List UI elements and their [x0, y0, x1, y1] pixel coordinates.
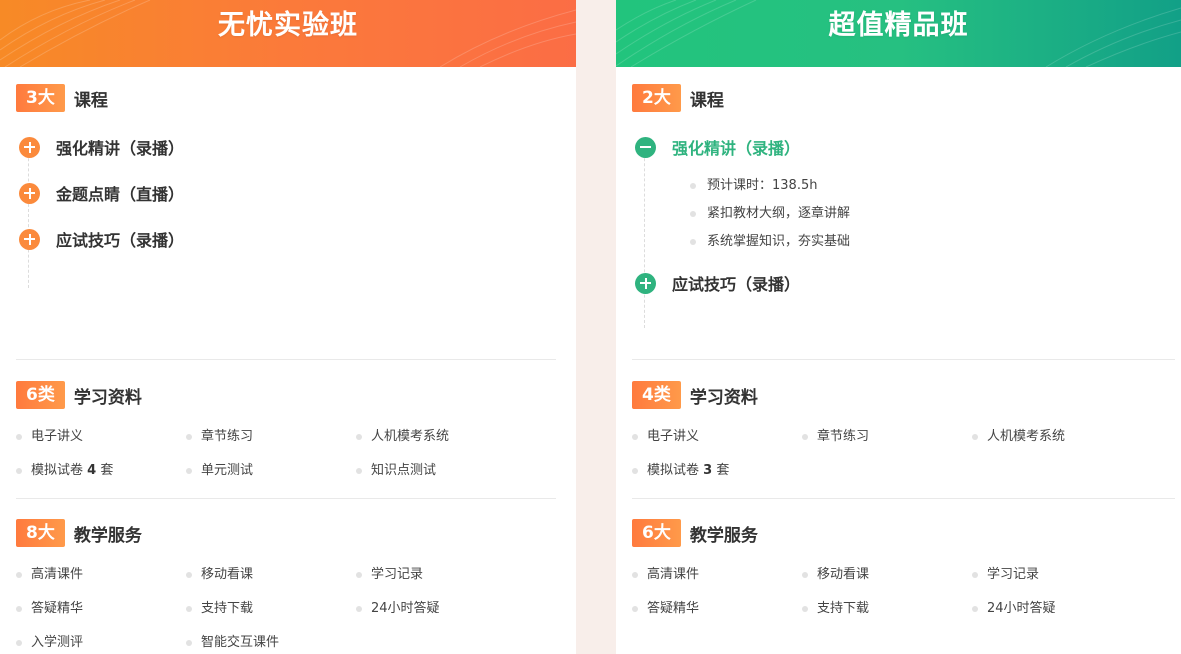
section-title: 学习资料: [74, 383, 142, 408]
service-item: 24小时答疑: [972, 592, 1142, 626]
plus-circle-icon[interactable]: [635, 273, 656, 294]
count-badge: 2大: [632, 84, 681, 112]
material-item: 章节练习: [186, 420, 356, 454]
section-title: 学习资料: [690, 383, 758, 408]
service-item: 答疑精华: [16, 592, 186, 626]
service-item: 移动看课: [186, 558, 356, 592]
service-item: 支持下载: [802, 592, 972, 626]
class-card-wuyou: 无忧实验班 3大 课程 强化精讲（录播） 金题点睛（直播） 应试技巧（录播）: [0, 0, 576, 654]
course-item[interactable]: 应试技巧（录播）: [632, 260, 1175, 306]
material-item: 电子讲义: [16, 420, 186, 454]
divider: [16, 498, 556, 499]
material-item: 电子讲义: [632, 420, 802, 454]
mock-unit: 套: [716, 463, 729, 478]
courses-section: 3大 课程 强化精讲（录播） 金题点睛（直播） 应试技巧（录播）: [16, 84, 556, 262]
course-item-expanded[interactable]: 强化精讲（录播）: [632, 124, 1175, 170]
mock-unit: 套: [100, 463, 113, 478]
material-item: 单元测试: [186, 454, 356, 488]
materials-section: 6类 学习资料 电子讲义 章节练习 人机模考系统 模拟试卷 4 套 单元测试 知…: [16, 381, 556, 488]
section-title: 教学服务: [74, 521, 142, 546]
count-badge: 8大: [16, 519, 65, 547]
services-section: 8大 教学服务 高清课件 移动看课 学习记录 答疑精华 支持下载 24小时答疑 …: [16, 519, 556, 654]
course-label: 金题点睛（直播）: [56, 181, 184, 205]
divider: [632, 498, 1175, 499]
count-badge: 6类: [16, 381, 65, 409]
count-badge: 3大: [16, 84, 65, 112]
service-item: 智能交互课件: [186, 626, 356, 654]
divider: [16, 359, 556, 360]
course-details: 预计课时：138.5h 紧扣教材大纲，逐章讲解 系统掌握知识，夯实基础: [690, 172, 1175, 256]
course-list: 强化精讲（录播） 金题点睛（直播） 应试技巧（录播）: [16, 124, 556, 262]
detail-item: 紧扣教材大纲，逐章讲解: [690, 200, 1175, 228]
material-item: 模拟试卷 4 套: [16, 454, 186, 488]
course-label: 应试技巧（录播）: [672, 271, 800, 295]
services-section: 6大 教学服务 高清课件 移动看课 学习记录 答疑精华 支持下载 24小时答疑: [632, 519, 1175, 626]
materials-grid: 电子讲义 章节练习 人机模考系统 模拟试卷 4 套 单元测试 知识点测试: [16, 420, 556, 488]
card-header: 超值精品班: [616, 0, 1181, 67]
course-label: 应试技巧（录播）: [56, 227, 184, 251]
material-item: 模拟试卷 3 套: [632, 454, 802, 488]
material-label: 模拟试卷: [31, 463, 83, 478]
divider: [632, 359, 1175, 360]
detail-item: 预计课时：138.5h: [690, 172, 1175, 200]
mock-count: 4: [87, 463, 96, 478]
course-item[interactable]: 应试技巧（录播）: [16, 216, 556, 262]
detail-item: 系统掌握知识，夯实基础: [690, 228, 1175, 256]
service-item: 入学测评: [16, 626, 186, 654]
service-item: 支持下载: [186, 592, 356, 626]
section-title: 课程: [690, 86, 724, 111]
materials-section: 4类 学习资料 电子讲义 章节练习 人机模考系统 模拟试卷 3 套: [632, 381, 1175, 488]
service-item: 学习记录: [356, 558, 526, 592]
material-label: 模拟试卷: [647, 463, 699, 478]
section-title: 课程: [74, 86, 108, 111]
service-item: 学习记录: [972, 558, 1142, 592]
service-item: 高清课件: [632, 558, 802, 592]
plus-circle-icon[interactable]: [19, 183, 40, 204]
course-list: 强化精讲（录播） 预计课时：138.5h 紧扣教材大纲，逐章讲解 系统掌握知识，…: [632, 124, 1175, 306]
service-item: 答疑精华: [632, 592, 802, 626]
services-grid: 高清课件 移动看课 学习记录 答疑精华 支持下载 24小时答疑: [632, 558, 1175, 626]
materials-grid: 电子讲义 章节练习 人机模考系统 模拟试卷 3 套: [632, 420, 1175, 488]
material-item: 人机模考系统: [356, 420, 526, 454]
section-title: 教学服务: [690, 521, 758, 546]
card-header: 无忧实验班: [0, 0, 576, 67]
material-item: 知识点测试: [356, 454, 526, 488]
course-label: 强化精讲（录播）: [56, 135, 184, 159]
services-grid: 高清课件 移动看课 学习记录 答疑精华 支持下载 24小时答疑 入学测评 智能交…: [16, 558, 556, 654]
minus-circle-icon[interactable]: [635, 137, 656, 158]
material-item: 人机模考系统: [972, 420, 1142, 454]
service-item: 24小时答疑: [356, 592, 526, 626]
plus-circle-icon[interactable]: [19, 229, 40, 250]
material-item: 章节练习: [802, 420, 972, 454]
plus-circle-icon[interactable]: [19, 137, 40, 158]
mock-count: 3: [703, 463, 712, 478]
service-item: 高清课件: [16, 558, 186, 592]
service-item: 移动看课: [802, 558, 972, 592]
count-badge: 4类: [632, 381, 681, 409]
card-title: 超值精品班: [829, 3, 969, 42]
course-label: 强化精讲（录播）: [672, 135, 800, 159]
course-item[interactable]: 强化精讲（录播）: [16, 124, 556, 170]
count-badge: 6大: [632, 519, 681, 547]
courses-section: 2大 课程 强化精讲（录播） 预计课时：138.5h 紧扣教材大纲，逐章讲解 系…: [632, 84, 1175, 306]
course-item[interactable]: 金题点睛（直播）: [16, 170, 556, 216]
card-title: 无忧实验班: [218, 3, 358, 42]
class-card-chaozhi: 超值精品班 2大 课程 强化精讲（录播） 预计课时：138.5h 紧扣教材大纲，…: [616, 0, 1181, 654]
